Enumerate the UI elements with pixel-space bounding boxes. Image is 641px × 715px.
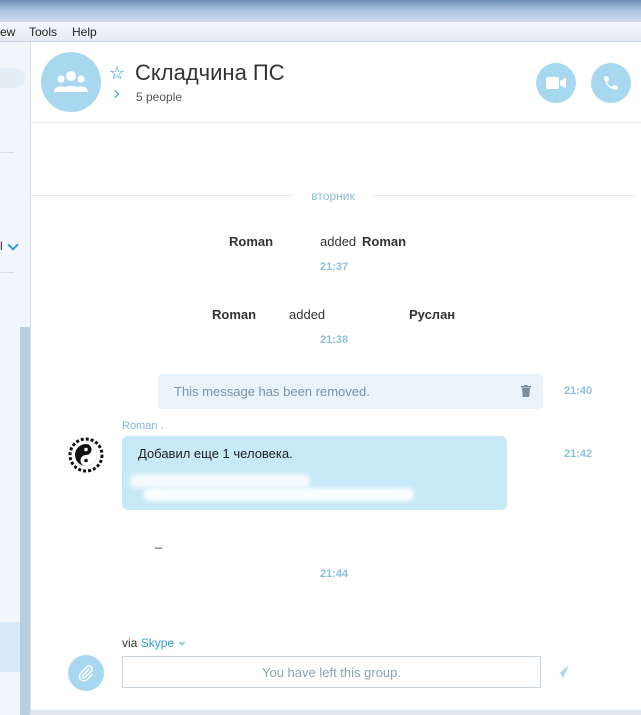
removed-message-time: 21:40 xyxy=(564,385,593,397)
message-bubble[interactable]: Добавил еще 1 человека. xyxy=(122,436,507,510)
sender-avatar-image xyxy=(68,437,104,473)
event-time: 21:44 xyxy=(320,568,349,580)
message-time: 21:42 xyxy=(564,448,593,460)
stray-character: _ xyxy=(155,534,163,549)
via-label: via xyxy=(122,636,138,650)
favorite-star-icon[interactable]: ☆ xyxy=(109,63,125,83)
event-time: 21:37 xyxy=(320,261,349,273)
chevron-right-icon[interactable] xyxy=(110,89,120,99)
sidebar-dropdown-label: l xyxy=(0,239,3,253)
paperclip-icon xyxy=(78,665,93,682)
event-target: Руслан xyxy=(409,307,456,322)
event-verb: added xyxy=(289,307,326,322)
sender-avatar[interactable] xyxy=(68,437,104,473)
event-verb: added xyxy=(320,234,357,249)
menu-tools[interactable]: Tools xyxy=(29,25,57,39)
event-time: 21:38 xyxy=(320,334,349,346)
via-selector[interactable]: via Skype xyxy=(122,636,187,650)
phone-icon xyxy=(604,76,618,90)
chevron-down-icon[interactable] xyxy=(7,239,19,251)
redacted-area xyxy=(130,474,310,488)
audio-call-button[interactable] xyxy=(591,63,631,103)
message-input[interactable] xyxy=(122,656,541,688)
attach-button[interactable] xyxy=(68,655,104,691)
video-camera-icon xyxy=(546,77,566,89)
day-separator: вторник xyxy=(311,189,355,203)
trash-icon[interactable] xyxy=(521,385,531,397)
bottom-border xyxy=(30,710,641,715)
day-divider-line xyxy=(373,195,635,196)
group-avatar[interactable] xyxy=(41,52,101,112)
participants-count[interactable]: 5 people xyxy=(136,90,182,104)
removed-message-text: This message has been removed. xyxy=(174,384,370,399)
menu-view[interactable]: ew xyxy=(0,25,15,39)
window-title-bar xyxy=(0,0,641,22)
menu-bar: ew Tools Help xyxy=(0,22,641,42)
send-icon[interactable] xyxy=(553,665,569,679)
message-sender[interactable]: Roman . xyxy=(122,420,164,432)
header-divider xyxy=(31,122,641,123)
event-actor: Roman xyxy=(229,234,274,249)
video-call-button[interactable] xyxy=(536,63,576,103)
redacted-area xyxy=(144,488,414,501)
sidebar-scrollbar[interactable] xyxy=(20,327,30,715)
via-skype-link[interactable]: Skype xyxy=(141,636,174,650)
menu-help[interactable]: Help xyxy=(72,25,97,39)
caret-down-icon[interactable] xyxy=(178,641,187,646)
event-actor: Roman xyxy=(212,307,257,322)
day-divider-line xyxy=(31,195,293,196)
sidebar: l xyxy=(0,42,31,715)
sidebar-divider xyxy=(0,152,14,153)
message-text: Добавил еще 1 человека. xyxy=(138,446,293,461)
removed-message[interactable]: This message has been removed. xyxy=(158,374,543,409)
group-icon xyxy=(54,71,88,92)
event-target: Roman xyxy=(362,234,407,249)
sidebar-divider xyxy=(0,272,14,273)
sidebar-selected-item[interactable] xyxy=(0,622,20,672)
conversation-title: Складчина ПС xyxy=(135,60,285,85)
sidebar-search-pill[interactable] xyxy=(0,68,25,88)
